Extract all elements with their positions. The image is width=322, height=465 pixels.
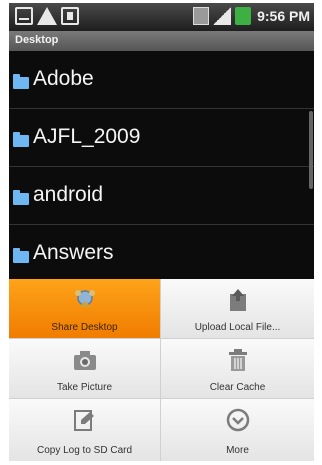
title-bar: Desktop	[9, 31, 314, 51]
menu-item-label: Share Desktop	[51, 322, 118, 333]
status-bar: 9:56 PM	[9, 3, 314, 31]
list-item[interactable]: Answers	[9, 225, 314, 283]
list-item-label: android	[33, 183, 104, 206]
copy-log-button[interactable]: Copy Log to SD Card	[9, 399, 161, 461]
sim-icon	[193, 7, 210, 25]
warning-icon	[37, 7, 57, 25]
phone-screen: 9:56 PM Desktop Adobe AJFL_2009 android …	[9, 3, 314, 461]
file-list: Adobe AJFL_2009 android Answers	[9, 51, 314, 279]
share-icon	[74, 290, 95, 307]
menu-item-label: Upload Local File...	[194, 322, 281, 333]
menu-item-label: Copy Log to SD Card	[36, 445, 133, 456]
list-item-label: Answers	[33, 241, 114, 264]
more-button[interactable]: More	[161, 399, 314, 461]
menu-item-label: Take Picture	[56, 382, 113, 393]
options-menu: Share Desktop Upload Local File... Take …	[9, 279, 314, 461]
list-item-label: AJFL_2009	[33, 125, 141, 148]
list-item[interactable]: AJFL_2009	[9, 109, 314, 167]
scrollbar[interactable]	[309, 111, 313, 189]
signal-icon	[213, 7, 232, 25]
share-desktop-button[interactable]: Share Desktop	[9, 279, 161, 339]
status-time: 9:56 PM	[257, 8, 310, 24]
copy-log-icon	[73, 410, 94, 431]
list-item[interactable]: android	[9, 167, 314, 225]
status-notifications[interactable]	[15, 7, 79, 25]
usb-icon	[61, 7, 79, 25]
menu-item-label: More	[226, 445, 249, 456]
take-picture-button[interactable]: Take Picture	[9, 339, 161, 399]
more-icon	[226, 408, 249, 432]
voicemail-icon	[15, 7, 33, 25]
battery-icon	[235, 7, 252, 25]
clear-cache-button[interactable]: Clear Cache	[161, 339, 314, 399]
upload-local-file-button[interactable]: Upload Local File...	[161, 279, 314, 339]
menu-item-label: Clear Cache	[209, 382, 266, 393]
folder-icon	[13, 132, 29, 147]
folder-icon	[13, 248, 29, 263]
page-title: Desktop	[15, 34, 59, 46]
list-item-label: Adobe	[33, 67, 94, 90]
list-item[interactable]: Adobe	[9, 51, 314, 109]
folder-icon	[13, 74, 29, 89]
upload-icon	[229, 289, 246, 311]
trash-icon	[228, 349, 247, 371]
camera-icon	[73, 351, 96, 370]
folder-icon	[13, 190, 29, 205]
status-system: 9:56 PM	[193, 7, 310, 25]
